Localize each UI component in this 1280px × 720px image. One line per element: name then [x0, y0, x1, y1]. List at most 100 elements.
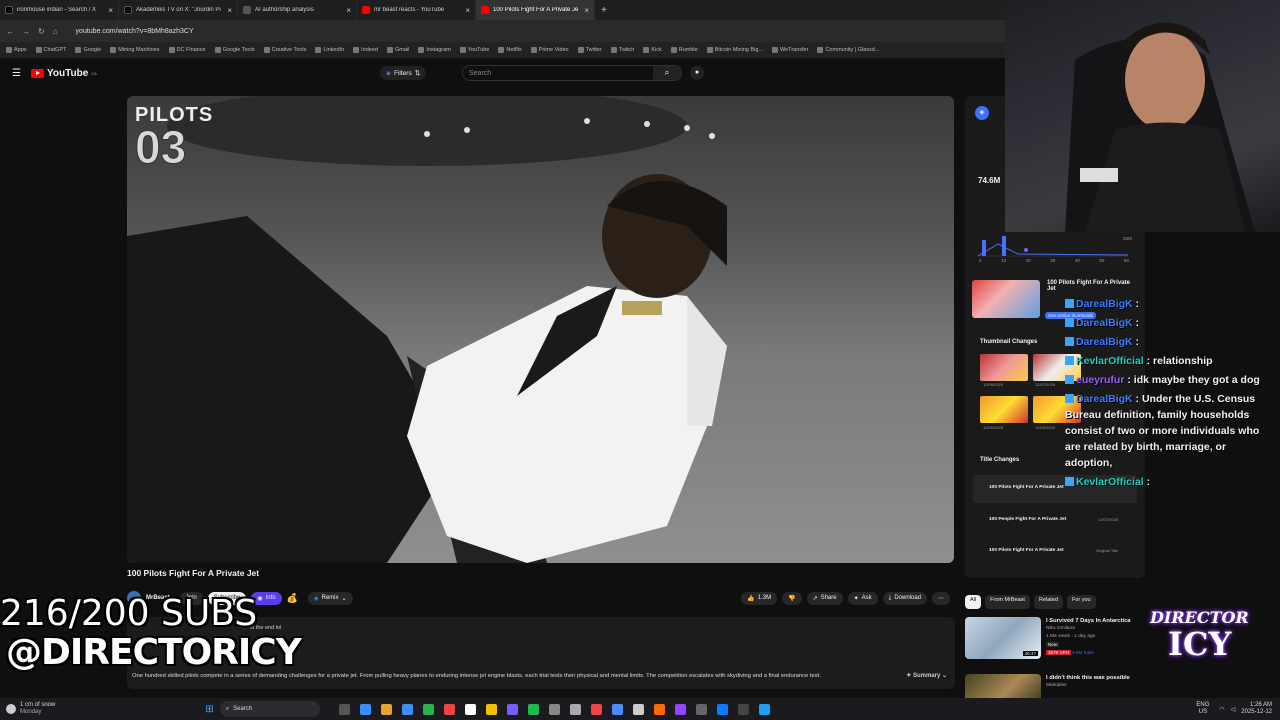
volume-icon[interactable]: ◁ — [1231, 706, 1236, 713]
taskbar-app-icon[interactable] — [611, 703, 623, 715]
thumbnail-history[interactable] — [980, 354, 1028, 381]
bookmark-item[interactable]: Prime Video — [530, 47, 569, 53]
bookmark-item[interactable]: YouTube — [459, 47, 489, 53]
bookmark-item[interactable]: Twitch — [610, 47, 634, 53]
related-filter-chip[interactable]: All — [965, 595, 982, 609]
bookmark-item[interactable]: Twitter — [577, 47, 602, 53]
related-thumbnail[interactable]: 46:47 — [965, 617, 1041, 659]
money-bag-icon[interactable]: 💰 — [287, 593, 298, 604]
more-icon[interactable]: ⋯ — [932, 591, 950, 605]
close-icon[interactable]: × — [346, 6, 351, 15]
bookmark-item[interactable]: Netflix — [498, 47, 522, 53]
related-video[interactable]: 46:47 I Survived 7 Days In Antarctica Ni… — [965, 617, 1145, 659]
chat-overlay: DarealBigK : DarealBigK : DarealBigK : K… — [1065, 296, 1270, 493]
filters-button[interactable]: ◈ Filters ⇅ — [380, 66, 427, 80]
taskbar-app-icon[interactable] — [632, 703, 644, 715]
taskbar-app-icon[interactable] — [443, 703, 455, 715]
ai-summary: One hundred skilled pilots compete in a … — [132, 673, 821, 679]
taskbar-app-icon[interactable] — [485, 703, 497, 715]
taskbar-app-icon[interactable] — [548, 703, 560, 715]
reload-icon[interactable]: ↻ — [38, 27, 45, 36]
new-tab-icon[interactable]: + — [601, 5, 607, 16]
back-icon[interactable]: ← — [6, 27, 14, 36]
taskbar-app-icon[interactable] — [359, 703, 371, 715]
bookmark-item[interactable]: WeTransfer — [772, 47, 808, 53]
taskbar-app-icon[interactable] — [674, 703, 686, 715]
related-filter-chip[interactable]: For you — [1066, 595, 1096, 609]
browser-tab[interactable]: mr beast reacts - YouTube × — [357, 0, 476, 20]
bookmark-item[interactable]: Indeed — [353, 47, 378, 53]
mic-icon[interactable]: ● — [690, 66, 704, 80]
bookmark-item[interactable]: LinkedIn — [315, 47, 344, 53]
bookmark-item[interactable]: Kick — [643, 47, 662, 53]
related-filter-chip[interactable]: From MrBeast — [985, 595, 1030, 609]
weather-widget[interactable]: 1 cm of snow Monday — [20, 702, 55, 716]
taskbar-app-icon[interactable] — [653, 703, 665, 715]
current-title: 100 Pilots Fight For A Private Jet — [1047, 280, 1130, 292]
bookmark-icon — [353, 47, 360, 53]
video-player[interactable]: PILOTS 03 — [127, 96, 954, 563]
taskbar-app-icon[interactable] — [422, 703, 434, 715]
close-icon[interactable]: × — [584, 6, 589, 15]
like-button[interactable]: 👍 1.3M — [741, 591, 778, 605]
bookmark-item[interactable]: Gmail — [386, 47, 409, 53]
summary-button[interactable]: ✦ Summary ⌄ — [906, 672, 947, 679]
taskbar-app-icon[interactable] — [695, 703, 707, 715]
download-button[interactable]: ⤓ Download — [882, 591, 927, 605]
url-field[interactable]: youtube.com/watch?v=8bMh8azh3CY — [76, 28, 194, 35]
thumbnail-current[interactable] — [972, 280, 1040, 318]
search-input[interactable]: Search ⌕ — [462, 65, 682, 81]
youtube-logo[interactable]: YouTube CA — [30, 68, 97, 79]
taskbar-app-icon[interactable] — [737, 703, 749, 715]
taskbar-app-icon[interactable] — [401, 703, 413, 715]
related-video[interactable]: I didn't think this was possible Markipl… — [965, 674, 1145, 698]
menu-icon[interactable]: ☰ — [12, 68, 21, 79]
browser-tab-active[interactable]: 100 Pilots Fight For A Private Je × — [476, 0, 595, 20]
wifi-icon[interactable]: ◠ — [1219, 706, 1224, 713]
bookmark-item[interactable]: Apps — [6, 47, 27, 53]
taskbar-app-icon[interactable] — [464, 703, 476, 715]
bookmark-item[interactable]: Community | Glassd... — [817, 47, 879, 53]
remix-button[interactable]: ◈ Remix ⌄ — [307, 591, 353, 605]
clock[interactable]: 1:26 AM 2025-12-12 — [1241, 702, 1272, 716]
weather-icon[interactable] — [6, 704, 16, 714]
home-icon[interactable]: ⌂ — [53, 27, 58, 36]
bookmark-item[interactable]: Google Tools — [214, 47, 255, 53]
bookmark-item[interactable]: Mining Machines — [110, 47, 160, 53]
share-icon: ↗ — [812, 595, 818, 602]
language-indicator[interactable]: ENG US — [1196, 702, 1209, 716]
bookmark-item[interactable]: Rumble — [670, 47, 698, 53]
related-thumbnail[interactable] — [965, 674, 1041, 698]
bookmark-item[interactable]: Google — [75, 47, 101, 53]
thumbnail-changes-header: Thumbnail Changes — [980, 339, 1038, 345]
browser-tab[interactable]: ironmouse indian - Search / X × — [0, 0, 119, 20]
browser-tab[interactable]: AI authorship analysis × — [238, 0, 357, 20]
related-filter-chip[interactable]: Related — [1033, 595, 1063, 609]
forward-icon[interactable]: → — [22, 27, 30, 36]
search-icon[interactable]: ⌕ — [653, 66, 681, 80]
taskbar-app-icon[interactable] — [380, 703, 392, 715]
bookmark-item[interactable]: DC Finance — [168, 47, 206, 53]
bookmark-item[interactable]: Bitcoin Mining Big... — [706, 47, 763, 53]
extension-icon[interactable]: ◈ — [975, 106, 989, 120]
taskbar-app-icon[interactable] — [506, 703, 518, 715]
bookmark-item[interactable]: Creative Tools — [263, 47, 306, 53]
dislike-button[interactable]: 👎 — [782, 591, 802, 605]
taskbar-app-icon[interactable] — [527, 703, 539, 715]
share-button[interactable]: ↗ Share — [806, 591, 843, 605]
close-icon[interactable]: × — [227, 6, 232, 15]
taskbar-app-icon[interactable] — [590, 703, 602, 715]
close-icon[interactable]: × — [108, 6, 113, 15]
thumbnail-history[interactable] — [980, 396, 1028, 423]
bookmark-item[interactable]: ChatGPT — [35, 47, 66, 53]
taskbar-app-icon[interactable] — [338, 703, 350, 715]
taskbar-app-icon[interactable] — [758, 703, 770, 715]
close-icon[interactable]: × — [465, 6, 470, 15]
ask-button[interactable]: ✦ Ask — [847, 591, 878, 605]
bookmark-item[interactable]: Instagram — [418, 47, 451, 53]
browser-tab[interactable]: Akademiks TV on X: "Jourdin Pi × — [119, 0, 238, 20]
taskbar-app-icon[interactable] — [716, 703, 728, 715]
taskbar-search[interactable]: ⌕ Search — [219, 701, 320, 717]
taskbar-app-icon[interactable] — [569, 703, 581, 715]
windows-start-icon[interactable]: ⊞ — [205, 704, 213, 715]
